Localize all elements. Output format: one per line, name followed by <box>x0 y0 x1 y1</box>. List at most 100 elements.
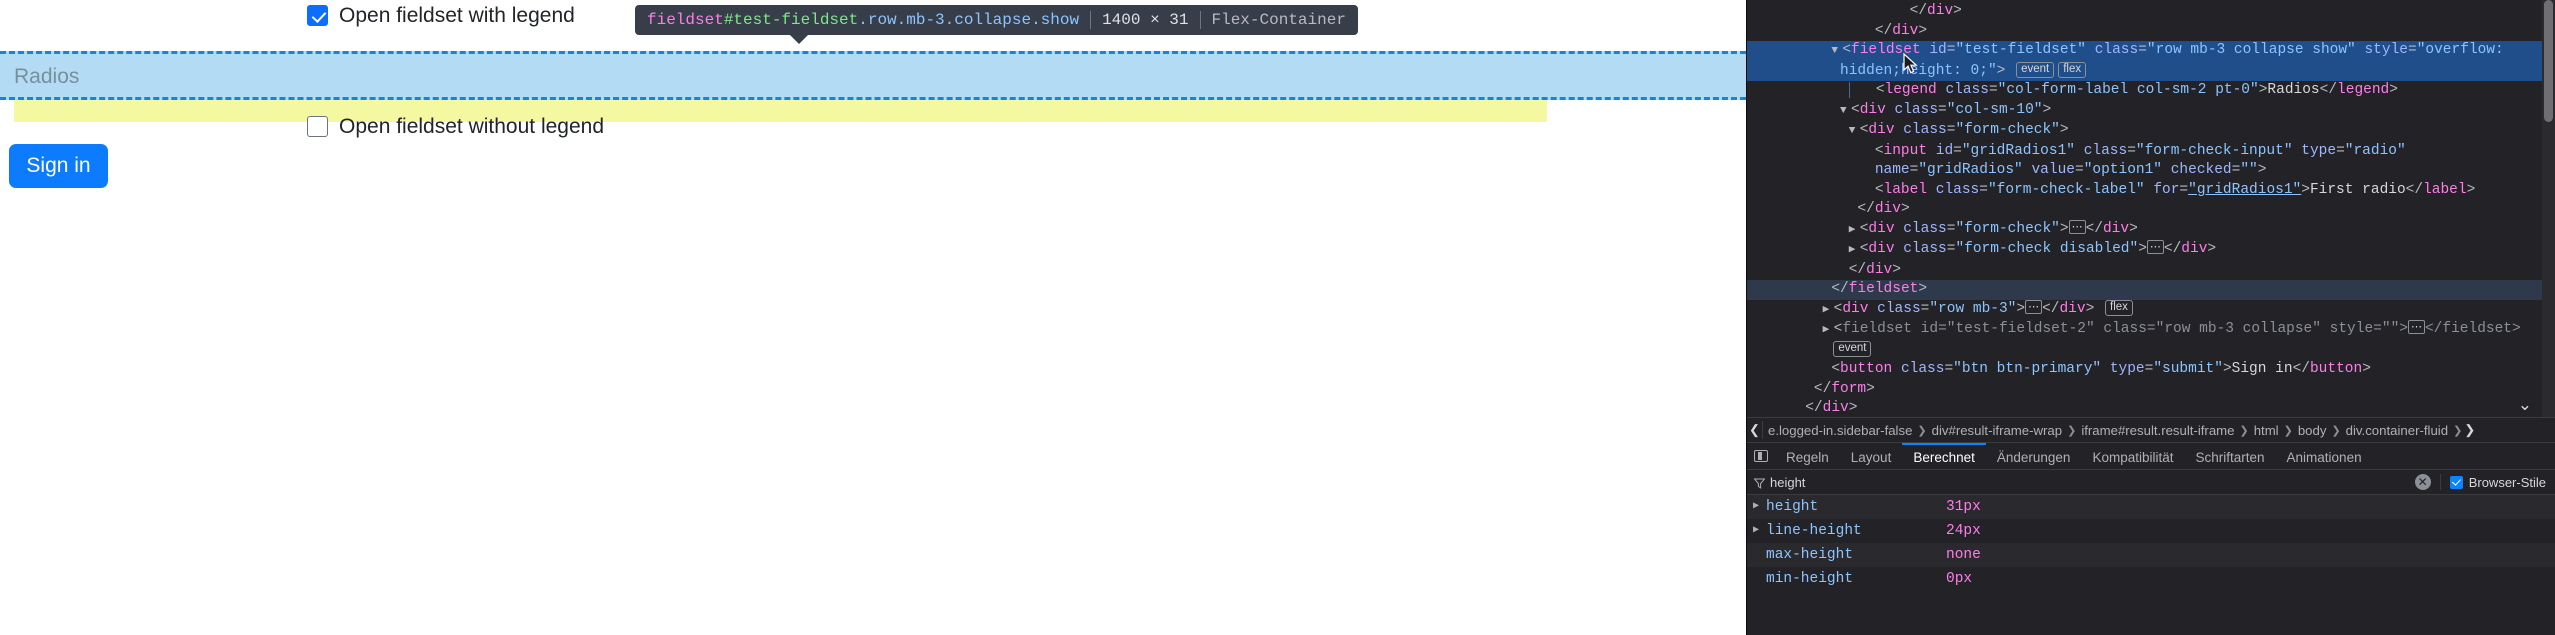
chevron-down-icon[interactable]: ⌄ <box>2518 395 2532 415</box>
infobar-dimensions: 1400 × 31 <box>1102 11 1189 29</box>
markup-line-legend[interactable]: <legend class="col-form-label col-sm-2 p… <box>1747 81 2555 101</box>
breadcrumb-separator-icon: ❯ <box>2239 424 2249 437</box>
markup-line-fieldset-2[interactable]: ▶ <fieldset id="test-fieldset-2" class="r… <box>1747 320 2555 360</box>
computed-property-value[interactable]: 31px <box>1946 495 1981 519</box>
markup-line-row-mb3[interactable]: ▶ <div class="row mb-3"> ⋯ </div> flex <box>1747 299 2555 321</box>
computed-property-value[interactable]: 24px <box>1946 519 1981 543</box>
expand-twisty-icon[interactable]: ▶ <box>1753 519 1766 543</box>
markup-line-submit-button[interactable]: <button class="btn btn-primary" type="su… <box>1747 360 2555 380</box>
infobar-layout-badge: Flex-Container <box>1211 11 1346 29</box>
breadcrumb-separator-icon: ❯ <box>2067 424 2077 437</box>
checkbox-label-without-legend: Open fieldset without legend <box>339 114 605 138</box>
checkbox-open-fieldset-without-legend[interactable] <box>307 115 328 137</box>
markup-line-close-col[interactable]: </div> <box>1747 261 2555 281</box>
expand-twisty-icon[interactable]: ▼ <box>1840 102 1851 122</box>
breadcrumb-item-1[interactable]: div#result-iframe-wrap <box>1927 422 2067 439</box>
collapse-twisty-icon[interactable]: ▶ <box>1823 301 1834 321</box>
infobar-tag-name: fieldset <box>647 11 724 29</box>
collapse-twisty-icon[interactable]: ▶ <box>1849 221 1860 241</box>
markup-line-close-fieldset[interactable]: </fieldset> <box>1747 280 2555 300</box>
checkbox-row-open-fieldset-with-legend[interactable]: Open fieldset with legend <box>307 0 575 30</box>
computed-row-height[interactable]: ▶ height 31px <box>1747 495 2555 519</box>
computed-property-name[interactable]: line-height <box>1766 519 1946 543</box>
badge-flex[interactable]: flex <box>2058 61 2087 78</box>
tab-regeln[interactable]: Regeln <box>1775 443 1840 469</box>
breadcrumb-scroll-left-icon[interactable]: ❮ <box>1747 422 1762 438</box>
browser-styles-toggle[interactable]: Browser-Stile <box>2449 474 2546 490</box>
markup-line-radio-input[interactable]: <input id="gridRadios1" class="form-chec… <box>1747 142 2555 181</box>
infobar-divider-1 <box>1090 11 1092 29</box>
computed-filter-row: ✕ Browser-Stile <box>1747 470 2555 495</box>
markup-vertical-scrollbar[interactable] <box>2542 0 2555 417</box>
infobar-element-id: #test-fieldset <box>723 11 859 29</box>
markup-line-form-check-collapsed-1[interactable]: ▶ <div class="form-check"> ⋯ </div> <box>1747 219 2555 241</box>
markup-line-form-check-collapsed-2[interactable]: ▶ <div class="form-check disabled"> ⋯ </div… <box>1747 240 2555 261</box>
markup-line-close-form[interactable]: </form> <box>1747 380 2555 400</box>
markup-line-close-form-check[interactable]: </div> <box>1747 200 2555 220</box>
computed-property-value[interactable]: 0px <box>1946 567 1972 591</box>
markup-line-form-check-open[interactable]: ▼ <div class="form-check"> <box>1747 121 2555 142</box>
checkbox-row-open-fieldset-without-legend[interactable]: Open fieldset without legend <box>307 111 604 141</box>
breadcrumb-item-3[interactable]: html <box>2249 422 2284 439</box>
badge-event[interactable]: event <box>2016 61 2055 78</box>
sign-in-button[interactable]: Sign in <box>9 144 108 188</box>
collapse-twisty-icon[interactable]: ▶ <box>1823 321 1834 341</box>
checkbox-open-fieldset-with-legend[interactable] <box>307 4 328 26</box>
breadcrumb[interactable]: ❮ e.logged-in.sidebar-false ❯ div#result… <box>1747 417 2555 443</box>
breadcrumb-item-4[interactable]: body <box>2293 422 2332 439</box>
fieldset-legend-text: Radios <box>14 65 80 88</box>
ellipsis-icon[interactable]: ⋯ <box>2146 240 2164 254</box>
rendered-page: Radios Open fieldset with legend Open fi… <box>0 0 1746 635</box>
markup-line-radio-label[interactable]: <label class="form-check-label" for="gri… <box>1747 181 2555 201</box>
tab-schriftarten[interactable]: Schriftarten <box>2185 443 2276 469</box>
computed-row-line-height[interactable]: ▶ line-height 24px <box>1747 519 2555 543</box>
filter-divider <box>2439 474 2441 490</box>
breadcrumb-item-2[interactable]: iframe#result.result-iframe <box>2076 422 2239 439</box>
ellipsis-icon[interactable]: ⋯ <box>2025 299 2043 314</box>
filter-styles-input[interactable] <box>1770 474 2415 490</box>
collapse-twisty-icon[interactable]: ▶ <box>1849 241 1860 261</box>
computed-property-value[interactable]: none <box>1946 543 1981 567</box>
breadcrumb-separator-icon: ❯ <box>1917 424 1927 437</box>
devtools-panel: </div> </div> ▼ <fieldset id="test-fields… <box>1746 0 2555 635</box>
computed-property-name[interactable]: height <box>1766 495 1946 519</box>
breadcrumb-scroll-right-icon[interactable]: ❯ <box>2462 422 2477 438</box>
expand-twisty-icon[interactable]: ▼ <box>1849 122 1860 142</box>
expand-twisty-icon[interactable]: ▼ <box>1831 42 1842 62</box>
breadcrumb-item-0[interactable]: e.logged-in.sidebar-false <box>1763 422 1917 439</box>
tab-berechnet[interactable]: Berechnet <box>1902 443 1986 469</box>
markup-line-col-sm-10[interactable]: ▼ <div class="col-sm-10"> <box>1747 101 2555 122</box>
checkbox-label-with-legend: Open fieldset with legend <box>339 3 575 27</box>
computed-row-max-height[interactable]: max-height none <box>1747 543 2555 567</box>
ellipsis-icon[interactable]: ⋯ <box>2068 219 2086 234</box>
expand-twisty-icon[interactable]: ▶ <box>1753 495 1766 519</box>
element-highlight-content-box: Radios <box>0 51 1746 100</box>
tab-kompatibilitaet[interactable]: Kompatibilität <box>2081 443 2184 469</box>
breadcrumb-item-5[interactable]: div.container-fluid <box>2341 422 2453 439</box>
scrollbar-thumb[interactable] <box>2544 0 2553 122</box>
breadcrumb-separator-icon: ❯ <box>2283 424 2293 437</box>
markup-line-close-div-2[interactable]: </div> <box>1747 22 2555 42</box>
markup-view[interactable]: </div> </div> ▼ <fieldset id="test-fields… <box>1747 0 2555 417</box>
markup-line-close-container-div[interactable]: </div> <box>1747 399 2555 417</box>
computed-property-name[interactable]: max-height <box>1766 543 1946 567</box>
browser-devtools-screen: Radios Open fieldset with legend Open fi… <box>0 0 2555 635</box>
clear-filter-icon[interactable]: ✕ <box>2414 474 2431 490</box>
element-infobar-tooltip: fieldset #test-fieldset .row.mb-3.collapse… <box>635 5 1358 44</box>
tab-layout[interactable]: Layout <box>1840 443 1903 469</box>
style-panel-tabs[interactable]: Regeln Layout Berechnet Änderungen Kompa… <box>1747 443 2555 470</box>
tab-animationen[interactable]: Animationen <box>2276 443 2373 469</box>
infobar-element-classes: .row.mb-3.collapse.show <box>858 11 1080 29</box>
ellipsis-icon[interactable]: ⋯ <box>2407 320 2425 334</box>
computed-row-min-height[interactable]: min-height 0px <box>1747 567 2555 591</box>
badge-flex[interactable]: flex <box>2105 299 2133 316</box>
markup-line-close-div-1[interactable]: </div> <box>1747 2 2555 22</box>
toggle-sidebar-icon[interactable] <box>1747 443 1775 469</box>
browser-styles-checkbox[interactable] <box>2449 475 2463 489</box>
browser-styles-label: Browser-Stile <box>2468 474 2546 490</box>
breadcrumb-separator-icon: ❯ <box>2331 424 2341 437</box>
badge-event[interactable]: event <box>1833 340 1872 357</box>
computed-property-name[interactable]: min-height <box>1766 567 1946 591</box>
tab-aenderungen[interactable]: Änderungen <box>1986 443 2082 469</box>
markup-line-selected-fieldset[interactable]: ▼ <fieldset id="test-fieldset" class="row… <box>1747 41 2555 81</box>
